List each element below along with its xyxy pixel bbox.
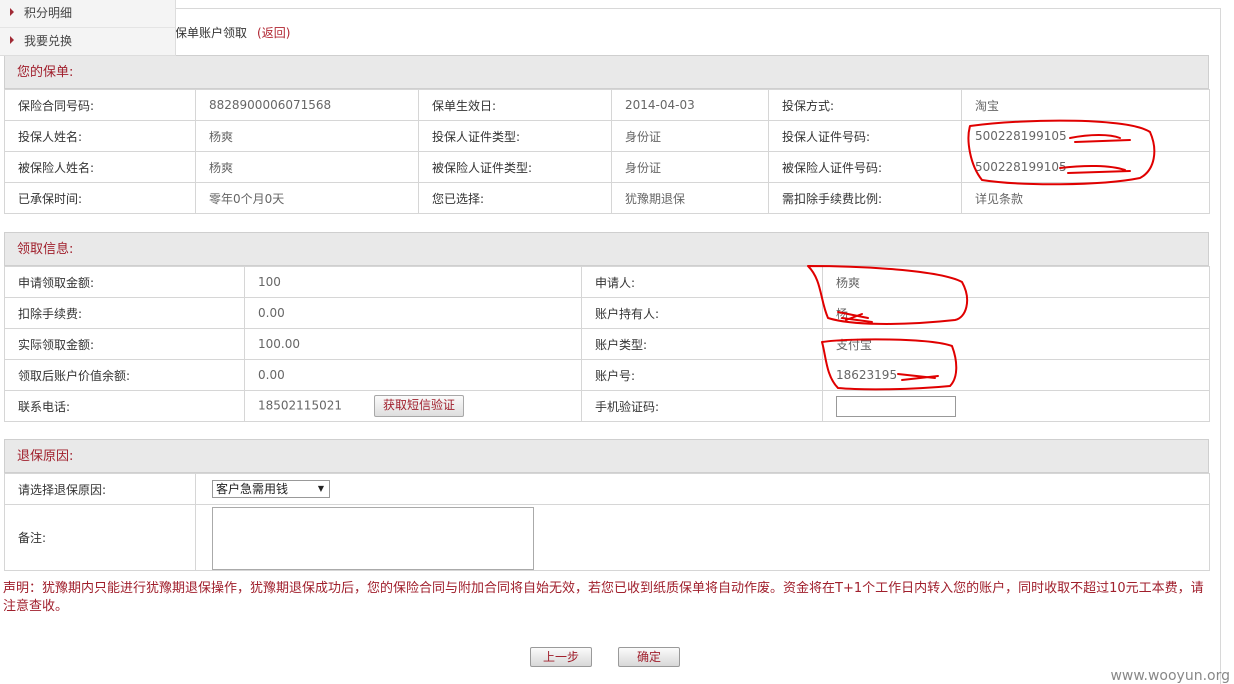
sms-code-input[interactable] [836,395,956,417]
table-row: 实际领取金额: 100.00 账户类型: 支付宝 [4,328,1210,360]
label-phone: 联系电话: [4,390,245,422]
value-policyholder-id-no: 500228199105 [961,120,1210,152]
content-right-border [1220,8,1221,684]
side-menu-item-label: 我要兑换 [24,34,73,48]
policy-table: 保险合同号码: 8828900006071568 保单生效日: 2014-04-… [4,89,1210,214]
label-effective-date: 保单生效日: [418,89,612,121]
table-row: 扣除手续费: 0.00 账户持有人: 杨 [4,297,1210,329]
value-policyholder-id-type: 身份证 [611,120,769,152]
reason-select-value: 客户急需用钱 [216,482,289,496]
sms-code-cell [822,390,1210,422]
table-row: 备注: [4,504,1210,571]
content-top-border [175,8,1221,9]
table-row: 投保人姓名: 杨爽 投保人证件类型: 身份证 投保人证件号码: 50022819… [4,120,1210,152]
watermark: www.wooyun.org [1110,668,1230,684]
label-applicant: 申请人: [581,266,823,298]
value-account-holder: 杨 [822,297,1210,329]
phone-cell: 18502115021 获取短信验证 [244,390,582,422]
value-coverage-time: 零年0个月0天 [195,182,419,214]
caret-right-icon [10,36,14,44]
label-insured-id-type: 被保险人证件类型: [418,151,612,183]
value-remaining-value: 0.00 [244,359,582,391]
label-fee-deducted: 扣除手续费: [4,297,245,329]
label-policyholder-name: 投保人姓名: [4,120,196,152]
caret-right-icon [10,8,14,16]
label-reason-select: 请选择退保原因: [4,473,196,505]
reason-select-cell: 客户急需用钱 ▼ [195,473,1210,505]
side-menu-item-points-detail[interactable]: 积分明细 [0,0,175,28]
table-row: 领取后账户价值余额: 0.00 账户号: 18623195 [4,359,1210,391]
value-contract-no: 8828900006071568 [195,89,419,121]
value-applicant: 杨爽 [822,266,1210,298]
back-link[interactable]: (返回) [257,26,290,40]
label-fee-ratio: 需扣除手续费比例: [768,182,962,214]
table-row: 已承保时间: 零年0个月0天 您已选择: 犹豫期退保 需扣除手续费比例: 详见条… [4,182,1210,214]
reason-table: 请选择退保原因: 客户急需用钱 ▼ 备注: [4,473,1210,571]
value-policyholder-name: 杨爽 [195,120,419,152]
remark-textarea[interactable] [212,507,534,570]
value-selected-option: 犹豫期退保 [611,182,769,214]
policy-section: 您的保单: 保险合同号码: 8828900006071568 保单生效日: 20… [4,55,1210,214]
side-menu-item-redeem[interactable]: 我要兑换 [0,28,175,55]
label-remaining-value: 领取后账户价值余额: [4,359,245,391]
value-apply-amount: 100 [244,266,582,298]
reason-section-title: 退保原因: [4,439,1209,473]
label-policyholder-id-no: 投保人证件号码: [768,120,962,152]
claim-section: 领取信息: 申请领取金额: 100 申请人: 杨爽 扣除手续费: 0.00 账户… [4,232,1210,422]
table-row: 保险合同号码: 8828900006071568 保单生效日: 2014-04-… [4,89,1210,121]
reason-section: 退保原因: 请选择退保原因: 客户急需用钱 ▼ 备注: [4,439,1210,571]
value-fee-deducted: 0.00 [244,297,582,329]
label-policyholder-id-type: 投保人证件类型: [418,120,612,152]
value-actual-amount: 100.00 [244,328,582,360]
claim-table: 申请领取金额: 100 申请人: 杨爽 扣除手续费: 0.00 账户持有人: 杨… [4,266,1210,422]
value-insured-name: 杨爽 [195,151,419,183]
breadcrumb: 保单账户领取 (返回) [175,24,290,41]
side-menu: 积分明细 我要兑换 [0,0,176,56]
table-row: 请选择退保原因: 客户急需用钱 ▼ [4,473,1210,505]
claim-section-title: 领取信息: [4,232,1209,266]
label-selected-option: 您已选择: [418,182,612,214]
value-purchase-channel: 淘宝 [961,89,1210,121]
label-coverage-time: 已承保时间: [4,182,196,214]
policy-section-title: 您的保单: [4,55,1209,89]
side-menu-item-label: 积分明细 [24,6,73,20]
table-row: 被保险人姓名: 杨爽 被保险人证件类型: 身份证 被保险人证件号码: 50022… [4,151,1210,183]
label-account-no: 账户号: [581,359,823,391]
value-phone: 18502115021 [258,398,342,413]
label-contract-no: 保险合同号码: [4,89,196,121]
value-fee-ratio: 详见条款 [961,182,1210,214]
label-remark: 备注: [4,504,196,571]
dropdown-arrow-icon: ▼ [317,484,324,493]
label-insured-name: 被保险人姓名: [4,151,196,183]
breadcrumb-text: 保单账户领取 [175,26,248,40]
value-account-no: 18623195 [822,359,1210,391]
value-effective-date: 2014-04-03 [611,89,769,121]
previous-step-button[interactable]: 上一步 [530,647,592,667]
label-sms-code: 手机验证码: [581,390,823,422]
table-row: 联系电话: 18502115021 获取短信验证 手机验证码: [4,390,1210,422]
disclaimer-notice: 声明：犹豫期内只能进行犹豫期退保操作，犹豫期退保成功后，您的保险合同与附加合同将… [3,581,1204,614]
value-account-type: 支付宝 [822,328,1210,360]
value-insured-id-type: 身份证 [611,151,769,183]
remark-cell [195,504,1210,571]
label-actual-amount: 实际领取金额: [4,328,245,360]
table-row: 申请领取金额: 100 申请人: 杨爽 [4,266,1210,298]
label-account-holder: 账户持有人: [581,297,823,329]
value-insured-id-no: 500228199105 [961,151,1210,183]
label-purchase-channel: 投保方式: [768,89,962,121]
label-apply-amount: 申请领取金额: [4,266,245,298]
reason-select[interactable]: 客户急需用钱 ▼ [212,480,330,498]
label-account-type: 账户类型: [581,328,823,360]
get-sms-code-button[interactable]: 获取短信验证 [373,395,464,417]
confirm-button[interactable]: 确定 [618,647,680,667]
label-insured-id-no: 被保险人证件号码: [768,151,962,183]
